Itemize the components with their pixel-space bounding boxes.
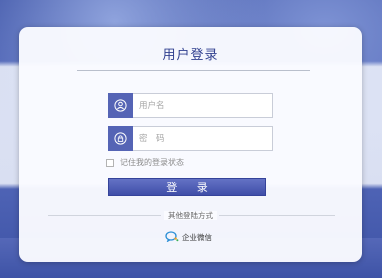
title-divider xyxy=(77,70,310,71)
remember-checkbox[interactable] xyxy=(106,158,114,167)
user-icon xyxy=(108,93,133,118)
username-input[interactable] xyxy=(139,97,267,114)
wecom-login[interactable]: 企业微信 xyxy=(165,231,212,244)
login-title: 用户登录 xyxy=(162,48,219,63)
remember-label: 记住我的登录状态 xyxy=(120,158,184,167)
other-methods-text: 其他登陆方式 xyxy=(164,211,217,220)
wecom-icon xyxy=(165,231,179,244)
wecom-label: 企业微信 xyxy=(182,233,212,242)
remember-me[interactable]: 记住我的登录状态 xyxy=(106,157,184,168)
lock-icon xyxy=(108,126,133,151)
login-card: 用户登录 记住我的登录状态 登 录 其他登陆方式 xyxy=(19,27,362,262)
username-field xyxy=(108,93,273,118)
password-input[interactable] xyxy=(139,130,267,147)
password-field xyxy=(108,126,273,151)
login-button[interactable]: 登 录 xyxy=(108,178,266,196)
other-methods-label: 其他登陆方式 xyxy=(19,210,362,221)
